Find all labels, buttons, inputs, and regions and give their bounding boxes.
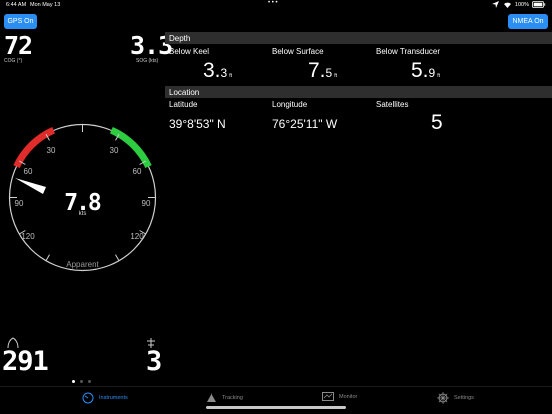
below-surface-label: Below Surface (272, 47, 324, 56)
tab-tracking[interactable]: Tracking (205, 392, 243, 404)
below-keel-value: 3.3 ft (203, 59, 232, 82)
status-indicators: 100% (491, 1, 546, 8)
tick-label-port-60: 60 (24, 167, 33, 176)
wind-speed-value: 7.8 (64, 190, 102, 216)
gauge-mode-label: Apparent (66, 260, 99, 269)
satellites-label: Satellites (376, 100, 409, 109)
tab-monitor-label: Monitor (339, 394, 358, 400)
cog-value: 72 (4, 31, 33, 60)
home-indicator[interactable] (206, 406, 346, 409)
longitude-label: Longitude (272, 100, 308, 109)
location-section-header: Location (165, 86, 552, 98)
heading-value: 291 (2, 346, 49, 377)
page-dot[interactable] (80, 380, 83, 383)
sail-icon (207, 393, 216, 402)
status-time: 6:44 AM (6, 2, 27, 8)
battery-percent: 100% (514, 1, 529, 8)
satellites-value: 5 (431, 111, 443, 134)
gps-toggle-button[interactable]: GPS On (4, 14, 37, 29)
multitask-dots[interactable]: • • • (268, 0, 278, 6)
battery-icon (532, 1, 546, 8)
tab-instruments-label: Instruments (99, 395, 128, 401)
sog-label: SOG (kts) (136, 58, 159, 64)
gauge-icon (82, 392, 94, 404)
page-indicator[interactable] (72, 380, 91, 383)
tick-label-stbd-120: 120 (130, 232, 144, 241)
helm-icon (437, 392, 449, 404)
tick-label-stbd-60: 60 (133, 167, 142, 176)
location-arrow-icon (491, 1, 499, 8)
tick-label-port-30: 30 (47, 146, 56, 155)
depth-section-header: Depth (165, 32, 552, 44)
tick-label-stbd-30: 30 (110, 146, 119, 155)
wind-angle-value: 3 (146, 346, 163, 377)
page-dot[interactable] (88, 380, 91, 383)
below-transducer-value: 5.9 ft (411, 59, 440, 82)
tab-tracking-label: Tracking (222, 395, 243, 401)
longitude-value: 76°25'11" W (272, 117, 338, 131)
tick-label-port-90: 90 (15, 199, 24, 208)
latitude-value: 39°8'53" N (169, 117, 226, 131)
tab-monitor[interactable]: Monitor (322, 392, 357, 402)
below-keel-label: Below Keel (169, 47, 210, 56)
tab-settings[interactable]: Settings (437, 392, 474, 404)
below-surface-value: 7.5 ft (308, 59, 337, 82)
tab-bar-divider (0, 386, 552, 387)
latitude-label: Latitude (169, 100, 198, 109)
tab-settings-label: Settings (454, 395, 474, 401)
tick-label-port-120: 120 (21, 232, 35, 241)
page-dot-active[interactable] (72, 380, 75, 383)
nmea-toggle-button[interactable]: NMEA On (508, 14, 548, 29)
status-date: Mon May 13 (30, 2, 61, 8)
cog-label: COG (°) (4, 58, 23, 64)
tick-label-stbd-90: 90 (142, 199, 151, 208)
wifi-icon (503, 2, 511, 8)
tab-instruments[interactable]: Instruments (82, 392, 128, 404)
below-transducer-label: Below Transducer (376, 47, 441, 56)
monitor-icon (322, 392, 334, 401)
